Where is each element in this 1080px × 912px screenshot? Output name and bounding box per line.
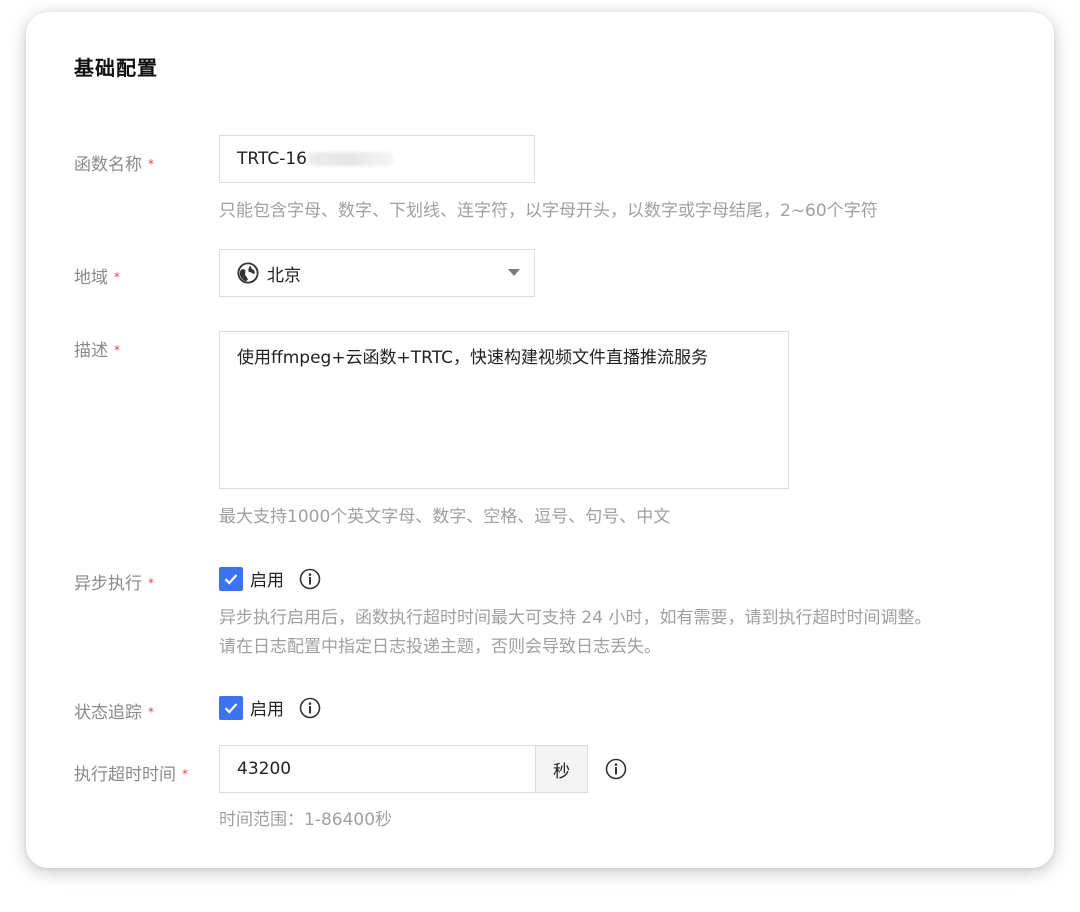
function-name-hint: 只能包含字母、数字、下划线、连字符，以字母开头，以数字或字母结尾，2~60个字符 <box>219 201 878 221</box>
async-exec-hint-line2: 请在日志配置中指定日志投递主题，否则会导致日志丢失。 <box>219 637 661 657</box>
async-exec-label: 异步执行 * <box>74 574 154 594</box>
timeout-label: 执行超时时间 * <box>74 765 188 785</box>
check-icon <box>224 573 238 585</box>
basic-config-card: 基础配置 函数名称 * TRTC-16 只能包含字母、数字、下划线、连字符，以字母… <box>26 12 1054 868</box>
region-select[interactable]: 北京 <box>219 249 535 297</box>
required-mark: * <box>148 576 154 590</box>
timeout-input[interactable]: 43200 <box>219 745 536 793</box>
globe-icon <box>237 262 259 284</box>
async-exec-checkbox-label[interactable]: 启用 <box>250 566 284 591</box>
check-icon <box>224 702 238 714</box>
redacted-text <box>307 152 394 166</box>
status-tracking-checkbox[interactable] <box>219 695 243 720</box>
info-icon[interactable] <box>299 697 321 719</box>
required-mark: * <box>182 767 188 781</box>
chevron-down-icon <box>508 269 520 276</box>
description-hint: 最大支持1000个英文字母、数字、空格、逗号、句号、中文 <box>219 507 671 527</box>
required-mark: * <box>114 270 120 284</box>
section-title: 基础配置 <box>74 56 158 80</box>
status-tracking-label: 状态追踪 * <box>74 703 154 723</box>
timeout-hint: 时间范围：1-86400秒 <box>219 810 393 830</box>
timeout-unit-addon: 秒 <box>535 745 588 793</box>
info-icon[interactable] <box>605 758 627 780</box>
required-mark: * <box>148 157 154 171</box>
async-exec-row: 启用 <box>219 566 321 591</box>
description-label: 描述 * <box>74 341 120 361</box>
status-tracking-row: 启用 <box>219 695 321 720</box>
async-exec-checkbox[interactable] <box>219 566 243 591</box>
function-name-label: 函数名称 * <box>74 155 154 175</box>
info-icon[interactable] <box>299 568 321 590</box>
description-textarea[interactable]: 使用ffmpeg+云函数+TRTC，快速构建视频文件直播推流服务 <box>219 331 789 489</box>
async-exec-hint-line1: 异步执行启用后，函数执行超时时间最大可支持 24 小时，如有需要，请到执行超时时… <box>219 608 932 628</box>
required-mark: * <box>148 705 154 719</box>
function-name-input[interactable]: TRTC-16 <box>219 135 535 183</box>
region-label: 地域 * <box>74 268 120 288</box>
required-mark: * <box>114 343 120 357</box>
status-tracking-checkbox-label[interactable]: 启用 <box>250 695 284 720</box>
